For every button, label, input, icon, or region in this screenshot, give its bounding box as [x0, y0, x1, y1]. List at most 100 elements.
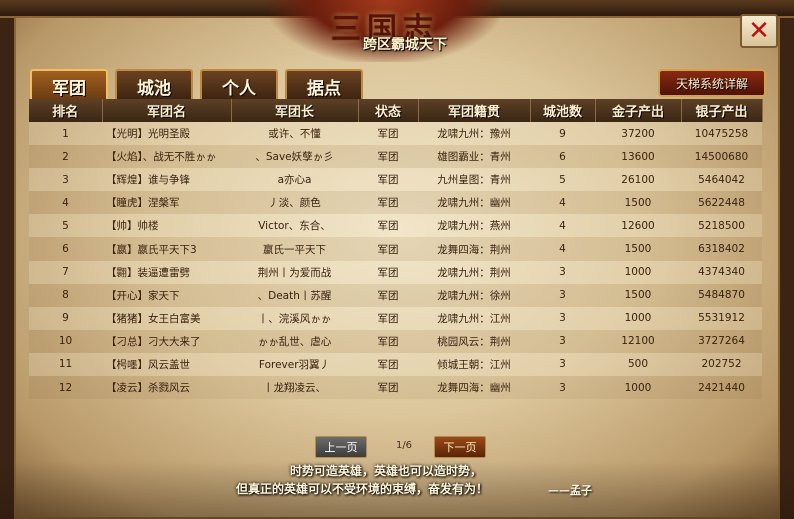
cell-silver-output: 5622448 [681, 191, 762, 215]
cell-legion-name: 【光明】光明圣殿 [102, 122, 231, 146]
cell-status: 军团 [358, 329, 418, 353]
cell-gold-output: 13600 [595, 145, 681, 169]
cell-rank: 2 [29, 145, 102, 169]
cell-origin: 倾城王朝：江州 [418, 352, 530, 377]
quote-line-2: 但真正的英雄可以不受环境的束缚，奋发有为！ [236, 482, 489, 496]
cell-origin: 龙舞四海：幽州 [418, 376, 530, 400]
cell-rank: 1 [29, 122, 102, 146]
cell-leader: 、Death丨苏醒 [231, 283, 358, 307]
cell-city-count: 4 [530, 214, 595, 238]
cell-status: 军团 [358, 168, 418, 192]
cell-leader: 丿淡、颜色 [231, 191, 358, 215]
cell-leader: 或许、不懂 [231, 122, 358, 146]
tab-personal[interactable]: 个人 [200, 69, 278, 103]
cell-origin: 龙啸九州：徐州 [418, 283, 530, 307]
table-row[interactable]: 7 【翾】装逼遭雷劈 荆州丨为爱而战 军团 龙啸九州：荆州 3 1000 437… [29, 260, 762, 284]
tab-stronghold[interactable]: 据点 [285, 69, 363, 103]
table-row[interactable]: 10 【刁总】刁大大来了 ゕゕ乱世、虐心 军团 桃园风云：荆州 3 12100 … [29, 329, 762, 353]
cell-silver-output: 6318402 [681, 237, 762, 261]
table-row[interactable]: 8 【开心】家天下 、Death丨苏醒 军团 龙啸九州：徐州 3 1500 54… [29, 283, 762, 307]
cell-city-count: 4 [530, 191, 595, 215]
cell-gold-output: 500 [595, 352, 681, 377]
cell-city-count: 3 [530, 376, 595, 400]
header-city-count: 城池数 [530, 99, 596, 122]
cell-silver-output: 2421440 [681, 376, 762, 400]
table-row[interactable]: 9 【猪猪】女王白富美 丨、浣溪风ゕゕ 军团 龙啸九州：江州 3 1000 55… [29, 306, 762, 330]
cell-leader: Victor、东合、 [231, 214, 358, 238]
table-row[interactable]: 2 【火焰】、战无不胜ゕゕ 、Save妖孽ゕ彡 军团 雄图霸业：青州 6 136… [29, 145, 762, 169]
cell-city-count: 6 [530, 145, 595, 169]
cell-silver-output: 14500680 [681, 145, 762, 169]
cell-city-count: 3 [530, 329, 595, 353]
table-row[interactable]: 12 【凌云】杀戮风云 丨龙翔凌云、 军团 龙舞四海：幽州 3 1000 242… [29, 376, 762, 400]
cell-silver-output: 4374340 [681, 260, 762, 284]
cell-origin: 龙啸九州：燕州 [418, 214, 530, 238]
cell-legion-name: 【刁总】刁大大来了 [102, 329, 231, 353]
prev-page-button[interactable]: 上一页 [315, 436, 367, 458]
cell-legion-name: 【翾】装逼遭雷劈 [102, 260, 231, 284]
table-row[interactable]: 4 【瞳虎】涅槃军 丿淡、颜色 军团 龙啸九州：幽州 4 1500 562244… [29, 191, 762, 215]
cell-city-count: 3 [530, 260, 595, 284]
table-row[interactable]: 6 【嬴】嬴氏平天下3 嬴氏一平天下 军团 龙舞四海：荆州 4 1500 631… [29, 237, 762, 261]
cell-gold-output: 1000 [595, 260, 681, 284]
cell-status: 军团 [358, 237, 418, 261]
cell-city-count: 4 [530, 237, 595, 261]
header-rank: 排名 [29, 99, 103, 122]
cell-legion-name: 【猪猪】女王白富美 [102, 306, 231, 330]
cell-rank: 6 [29, 237, 102, 261]
cell-rank: 7 [29, 260, 102, 284]
cell-rank: 12 [29, 376, 102, 400]
table-row[interactable]: 5 【帅】帅楼 Victor、东合、 军团 龙啸九州：燕州 4 12600 52… [29, 214, 762, 238]
header-silver-output: 银子产出 [681, 99, 763, 122]
cell-leader: 丨、浣溪风ゕゕ [231, 306, 358, 330]
cell-leader: a亦心a [231, 168, 358, 192]
ranking-panel: 三国志 跨区霸城天下 ✕ 军团 城池 个人 据点 天梯系统详解 排名 军团名 军… [0, 0, 794, 519]
tab-city[interactable]: 城池 [115, 69, 193, 103]
cell-rank: 9 [29, 306, 102, 330]
cell-status: 军团 [358, 376, 418, 400]
header-status: 状态 [358, 99, 419, 122]
table-row[interactable]: 11 【枵嚜】风云盖世 Forever羽翼丿 军团 倾城王朝：江州 3 500 … [29, 352, 762, 377]
cell-leader: 荆州丨为爱而战 [231, 260, 358, 284]
table-row[interactable]: 1 【光明】光明圣殿 或许、不懂 军团 龙啸九州：豫州 9 37200 1047… [29, 122, 762, 146]
cell-legion-name: 【瞳虎】涅槃军 [102, 191, 231, 215]
cell-status: 军团 [358, 145, 418, 169]
next-page-button[interactable]: 下一页 [434, 436, 486, 458]
cell-city-count: 3 [530, 283, 595, 307]
cell-gold-output: 1000 [595, 376, 681, 400]
close-button[interactable]: ✕ [740, 14, 778, 48]
table-header: 排名 军团名 军团长 状态 军团籍贯 城池数 金子产出 银子产出 [29, 99, 763, 122]
cell-rank: 10 [29, 329, 102, 353]
cell-status: 军团 [358, 283, 418, 307]
header-gold-output: 金子产出 [595, 99, 682, 122]
cell-legion-name: 【凌云】杀戮风云 [102, 376, 231, 400]
cell-status: 军团 [358, 214, 418, 238]
cell-origin: 龙啸九州：幽州 [418, 191, 530, 215]
cell-legion-name: 【开心】家天下 [102, 283, 231, 307]
cell-gold-output: 12100 [595, 329, 681, 353]
cell-gold-output: 1500 [595, 237, 681, 261]
cell-rank: 11 [29, 352, 102, 377]
cell-silver-output: 202752 [681, 352, 762, 377]
cell-status: 军团 [358, 260, 418, 284]
table-row[interactable]: 3 【辉煌】谁与争锋 a亦心a 军团 九州皇图：青州 5 26100 54640… [29, 168, 762, 192]
header-origin: 军团籍贯 [418, 99, 531, 122]
cell-origin: 龙啸九州：豫州 [418, 122, 530, 146]
cell-origin: 龙舞四海：荆州 [418, 237, 530, 261]
cell-legion-name: 【帅】帅楼 [102, 214, 231, 238]
cell-gold-output: 26100 [595, 168, 681, 192]
cell-city-count: 3 [530, 306, 595, 330]
cell-city-count: 5 [530, 168, 595, 192]
cell-status: 军团 [358, 306, 418, 330]
cell-leader: 丨龙翔凌云、 [231, 376, 358, 400]
ladder-info-button[interactable]: 天梯系统详解 [658, 69, 766, 97]
cell-rank: 3 [29, 168, 102, 192]
tab-legion[interactable]: 军团 [30, 69, 108, 103]
cell-silver-output: 5464042 [681, 168, 762, 192]
cell-legion-name: 【辉煌】谁与争锋 [102, 168, 231, 192]
cell-status: 军团 [358, 352, 418, 377]
cell-leader: Forever羽翼丿 [231, 352, 358, 377]
cell-city-count: 9 [530, 122, 595, 146]
pagination: 上一页 1/6 下一页 [0, 436, 794, 458]
close-icon: ✕ [748, 16, 770, 46]
